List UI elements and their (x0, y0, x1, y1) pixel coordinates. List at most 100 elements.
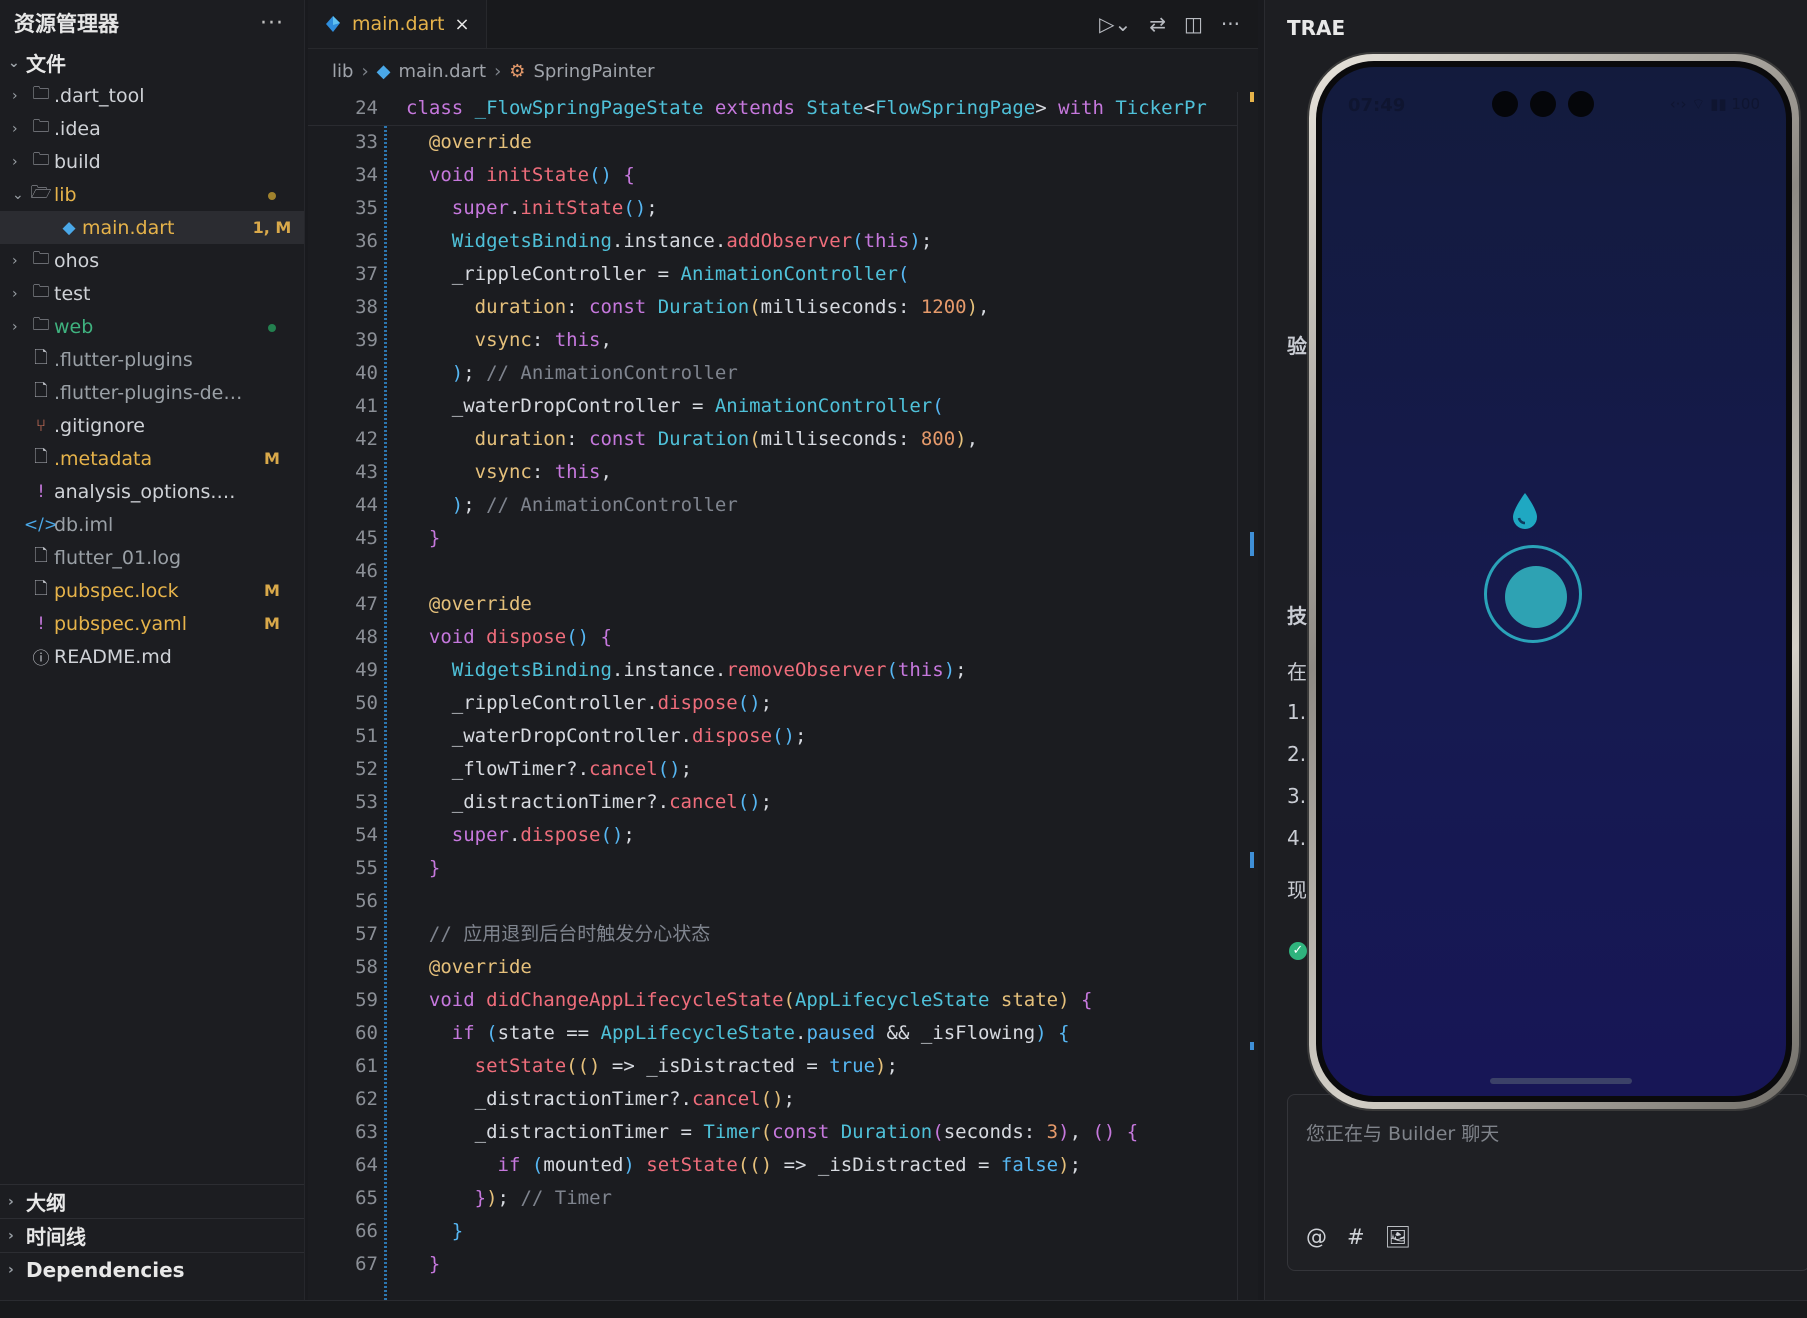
section-files[interactable]: ⌄ 文件 (0, 46, 304, 79)
code-line[interactable]: 62 _distractionTimer?.cancel(); (308, 1083, 1238, 1116)
chat-input[interactable]: 您正在与 Builder 聊天 (1306, 1119, 1499, 1146)
tree-item-gitignore[interactable]: ⑂ .gitignore (0, 409, 304, 442)
code-line[interactable]: 45 } (308, 522, 1238, 555)
code-line-text: void didChangeAppLifecycleState(AppLifec… (428, 989, 1093, 1011)
spring-ball[interactable] (1505, 566, 1567, 628)
overview-ruler-marker (1250, 852, 1254, 868)
split-editor-icon[interactable]: ◫ (1184, 12, 1203, 36)
device-bezel: 07:49 ‹·› ⌔ ▮▮ 100 (1316, 61, 1792, 1102)
code-line[interactable]: 61 setState(() => _isDistracted = true); (308, 1050, 1238, 1083)
code-line-text: void dispose() { (428, 626, 612, 648)
code-area[interactable]: 24 class _FlowSpringPageState extends St… (308, 92, 1238, 1300)
tab-label: main.dart (352, 13, 445, 35)
section-dependencies[interactable]: › Dependencies (0, 1252, 304, 1286)
more-actions-icon[interactable]: ··· (1221, 12, 1240, 36)
code-line[interactable]: 39 vsync: this, (308, 324, 1238, 357)
tab-main-dart[interactable]: main.dart × (308, 0, 487, 48)
line-number: 36 (355, 230, 378, 252)
obscured-content: 在 (1287, 660, 1307, 684)
tree-item-pubspec-yaml[interactable]: ! pubspec.yaml M (0, 607, 304, 640)
line-number: 59 (355, 989, 378, 1011)
mention-icon[interactable]: @ (1306, 1225, 1327, 1250)
tree-item-main-dart[interactable]: ◆ main.dart 1, M (0, 211, 304, 244)
tree-item-label: lib (54, 183, 77, 206)
code-line[interactable]: 60 if (state == AppLifecycleState.paused… (308, 1017, 1238, 1050)
device-screen[interactable]: 07:49 ‹·› ⌔ ▮▮ 100 (1322, 67, 1786, 1096)
code-line[interactable]: 53 _distractionTimer?.cancel(); (308, 786, 1238, 819)
editor-scrollbar[interactable] (1237, 92, 1258, 1300)
tree-item-idea[interactable]: › 🗀 .idea (0, 112, 304, 145)
code-line[interactable]: 51 _waterDropController.dispose(); (308, 720, 1238, 753)
tree-item-dart-tool[interactable]: › 🗀 .dart_tool (0, 79, 304, 112)
code-line[interactable]: 54 super.dispose(); (308, 819, 1238, 852)
tree-item-web[interactable]: › 🗀 web (0, 310, 304, 343)
chat-input-box[interactable]: 您正在与 Builder 聊天 @ # 🖼 (1287, 1094, 1807, 1271)
folder-icon: 🗀 (32, 315, 50, 335)
code-line[interactable]: 40 ); // AnimationController (308, 357, 1238, 390)
overview-ruler-marker (1250, 532, 1254, 556)
code-line-text: WidgetsBinding.instance.addObserver(this… (451, 230, 933, 252)
tree-item-db-iml[interactable]: </> db.iml (0, 508, 304, 541)
tree-item-flutter-01-log[interactable]: 🗋 flutter_01.log (0, 541, 304, 574)
compare-changes-icon[interactable]: ⇄ (1149, 12, 1166, 36)
sticky-scroll-line[interactable]: 24 class _FlowSpringPageState extends St… (308, 92, 1238, 126)
code-line-text: _waterDropController = AnimationControll… (406, 395, 944, 417)
breadcrumb-lib[interactable]: lib (332, 61, 353, 82)
code-line[interactable]: 47 @override (308, 588, 1238, 621)
code-line[interactable]: 52 _flowTimer?.cancel(); (308, 753, 1238, 786)
close-icon[interactable]: × (454, 14, 469, 35)
hashtag-icon[interactable]: # (1347, 1225, 1365, 1250)
code-line[interactable]: 36 WidgetsBinding.instance.addObserver(t… (308, 225, 1238, 258)
tree-item-readme-md[interactable]: ⓘ README.md (0, 640, 304, 673)
tree-item-flutter-plugins-dependen[interactable]: 🗋 .flutter-plugins-dependen... (0, 376, 304, 409)
code-line[interactable]: 59 void didChangeAppLifecycleState(AppLi… (308, 984, 1238, 1017)
breadcrumb-symbol[interactable]: SpringPainter (533, 61, 654, 82)
code-line[interactable]: 38 duration: const Duration(milliseconds… (308, 291, 1238, 324)
code-line[interactable]: 49 WidgetsBinding.instance.removeObserve… (308, 654, 1238, 687)
home-indicator[interactable] (1490, 1078, 1632, 1084)
code-line[interactable]: 56 (308, 885, 1238, 918)
line-number: 65 (355, 1187, 378, 1209)
more-actions-icon[interactable]: ··· (260, 11, 284, 36)
code-line[interactable]: 35 super.initState(); (308, 192, 1238, 225)
tree-item-metadata[interactable]: 🗋 .metadata M (0, 442, 304, 475)
tree-item-analysis-options-yaml[interactable]: ! analysis_options.yaml (0, 475, 304, 508)
code-line[interactable]: 46 (308, 555, 1238, 588)
tree-item-lib[interactable]: ⌄ 🗁 lib (0, 178, 304, 211)
git-status-badge: 1, M (252, 218, 292, 237)
code-line[interactable]: 44 ); // AnimationController (308, 489, 1238, 522)
git-status-dot (252, 317, 304, 336)
code-line[interactable]: 33 @override (308, 126, 1238, 159)
section-timeline[interactable]: › 时间线 (0, 1218, 304, 1252)
code-line[interactable]: 55 } (308, 852, 1238, 885)
tree-item-flutter-plugins[interactable]: 🗋 .flutter-plugins (0, 343, 304, 376)
code-line[interactable]: 34 void initState() { (308, 159, 1238, 192)
code-line[interactable]: 67 } (308, 1248, 1238, 1281)
chat-toolbar: @ # 🖼 (1306, 1225, 1411, 1250)
tree-item-pubspec-lock[interactable]: 🗋 pubspec.lock M (0, 574, 304, 607)
code-line[interactable]: 42 duration: const Duration(milliseconds… (308, 423, 1238, 456)
code-line[interactable]: 66 } (308, 1215, 1238, 1248)
tree-item-test[interactable]: › 🗀 test (0, 277, 304, 310)
code-line[interactable]: 58 @override (308, 951, 1238, 984)
section-outline[interactable]: › 大纲 (0, 1184, 304, 1218)
code-line[interactable]: 65 }); // Timer (308, 1182, 1238, 1215)
code-line[interactable]: 64 if (mounted) setState(() => _isDistra… (308, 1149, 1238, 1182)
run-debug-icon[interactable]: ▷⌄ (1099, 12, 1131, 36)
code-line-text: _rippleController = AnimationController( (406, 263, 910, 285)
tree-item-ohos[interactable]: › 🗀 ohos (0, 244, 304, 277)
code-line[interactable]: 37 _rippleController = AnimationControll… (308, 258, 1238, 291)
breadcrumb-file[interactable]: main.dart (398, 61, 486, 82)
code-line[interactable]: 48 void dispose() { (308, 621, 1238, 654)
code-line[interactable]: 63 _distractionTimer = Timer(const Durat… (308, 1116, 1238, 1149)
code-line[interactable]: 57 // 应用退到后台时触发分心状态 (308, 918, 1238, 951)
code-line[interactable]: 50 _rippleController.dispose(); (308, 687, 1238, 720)
code-line[interactable]: 41 _waterDropController = AnimationContr… (308, 390, 1238, 423)
line-number: 55 (355, 857, 378, 879)
yaml-file-icon: ! (37, 613, 45, 634)
line-number: 63 (355, 1121, 378, 1143)
image-icon[interactable]: 🖼 (1385, 1225, 1412, 1250)
code-line[interactable]: 43 vsync: this, (308, 456, 1238, 489)
tree-item-build[interactable]: › 🗀 build (0, 145, 304, 178)
chevron-right-icon: › (12, 285, 18, 302)
